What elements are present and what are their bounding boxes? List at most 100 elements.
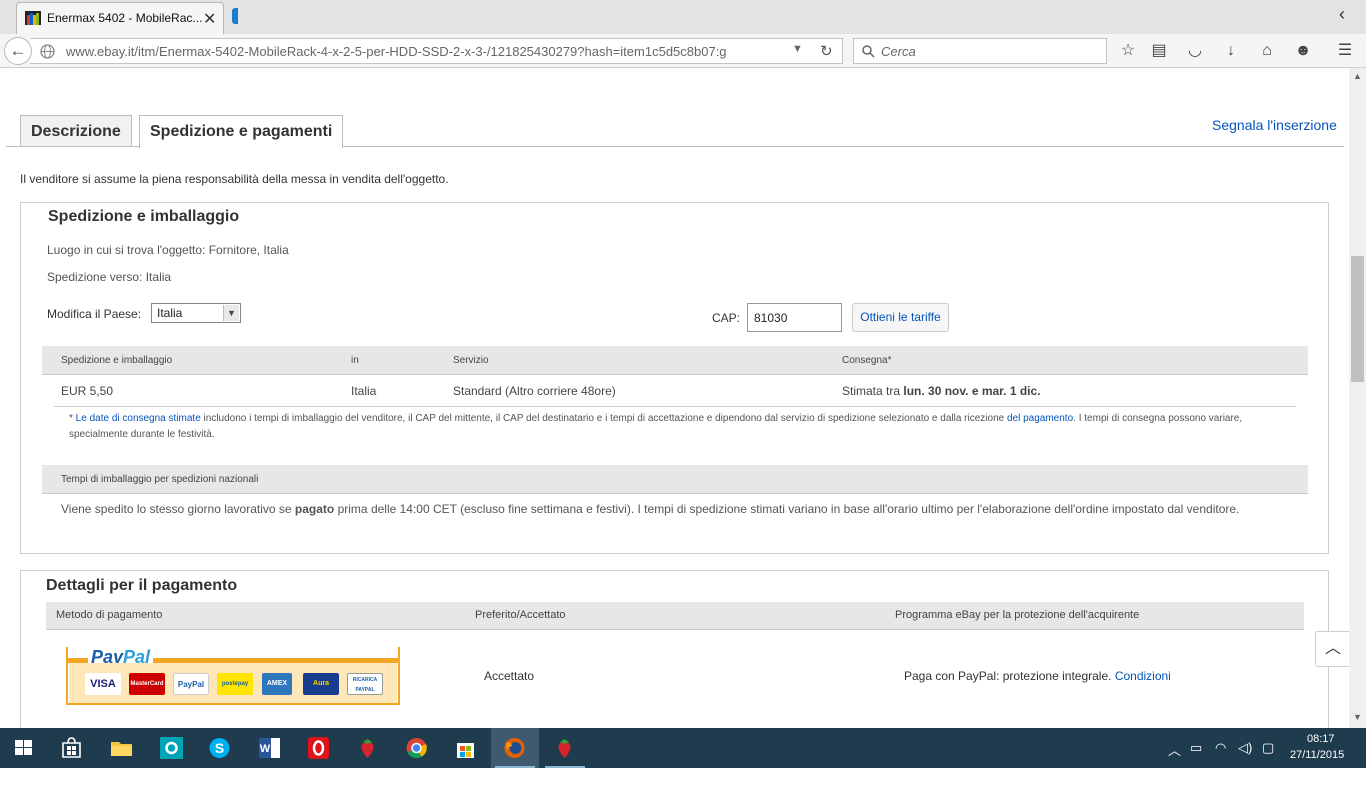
handling-time-text: Viene spedito lo stesso giorno lavorativ… [61,501,1291,517]
notifications-icon[interactable]: ▢ [1262,740,1274,756]
chrome-icon [406,738,427,759]
battery-icon[interactable]: ▭ [1190,740,1202,756]
payment-table-header: Metodo di pagamento Preferito/Accettato … [46,602,1304,630]
buyer-protection-text: Paga con PayPal: protezione integrale. C… [904,669,1171,683]
url-dropdown-icon[interactable]: ▼ [792,43,803,55]
note-star: * [69,413,76,424]
aura-card-icon: Aura [303,673,339,695]
store-icon [62,737,81,758]
back-button[interactable]: ← [4,37,32,65]
home-icon[interactable]: ⌂ [1258,42,1276,60]
browser-tab-active[interactable]: Enermax 5402 - MobileRac... ✕ [16,2,224,34]
taskbar-settings-app[interactable] [148,728,196,768]
amex-card-icon: AMEX [262,673,292,695]
postal-code-input[interactable] [747,303,842,332]
next-tab-icon[interactable] [232,8,238,24]
item-location: Luogo in cui si trova l'oggetto: Fornito… [47,243,289,257]
taskbar-word[interactable]: W [246,728,294,768]
chevron-down-icon[interactable]: ▼ [223,305,239,321]
table-row: EUR 5,50 Italia Standard (Altro corriere… [42,375,1308,407]
country-select-value: Italia [157,306,183,320]
search-bar[interactable]: Cerca [853,38,1107,64]
taskbar-store[interactable] [48,728,96,768]
col-header-method: Metodo di pagamento [56,609,163,621]
taskbar-opera[interactable] [295,728,343,768]
tab-scroll-chevron-icon[interactable]: ‹ [1339,4,1345,25]
search-icon [862,45,875,58]
taskbar-firefox[interactable] [491,728,539,768]
taskbar-strawberry-app[interactable] [344,728,392,768]
chevron-up-icon: ︿ [1324,640,1341,657]
browser-tab-title: Enermax 5402 - MobileRac... [47,11,203,25]
shipping-section: Spedizione e imballaggio Luogo in cui si… [20,202,1329,554]
folder-icon [111,742,132,756]
postal-code-label: CAP: [712,311,741,325]
reload-icon[interactable]: ↻ [820,42,833,60]
taskbar-skype[interactable]: S [196,728,244,768]
delivery-prefix: Stimata tra [842,384,904,398]
wifi-icon[interactable]: ◠ [1215,740,1226,756]
taskbar-chrome[interactable] [393,728,441,768]
svg-text:W: W [260,743,271,755]
get-rates-button[interactable]: Ottieni le tariffe [852,303,949,332]
url-bar[interactable]: www.ebay.it/itm/Enermax-5402-MobileRack-… [30,38,843,64]
handling-text-2: prima delle 14:00 CET (escluso fine sett… [334,502,1240,516]
country-label: Modifica il Paese: [47,307,142,321]
pocket-icon[interactable]: ◡ [1186,42,1204,60]
windows-logo-icon [15,740,32,755]
shipping-table-header: Spedizione e imballaggio in Servizio Con… [42,346,1308,375]
screen-bottom-strip [0,768,1366,786]
download-icon[interactable]: ↓ [1222,42,1240,60]
taskbar-file-explorer[interactable] [98,728,146,768]
strawberry-icon [361,739,374,758]
scroll-down-icon[interactable]: ▼ [1353,712,1362,722]
opera-icon [308,737,329,759]
tab-close-icon[interactable]: ✕ [203,9,216,29]
taskbar-store-bag[interactable] [442,728,490,768]
url-text[interactable]: www.ebay.it/itm/Enermax-5402-MobileRack-… [66,44,784,59]
payment-section-title: Dettagli per il pagamento [46,577,238,594]
scroll-thumb[interactable] [1351,256,1364,382]
report-listing-link[interactable]: Segnala l'inserzione [1212,117,1337,133]
conditions-link[interactable]: Condizioni [1115,669,1171,683]
clock-date[interactable]: 27/11/2015 [1290,749,1344,761]
back-to-top-button[interactable]: ︿ [1315,631,1349,667]
handling-text-1: Viene spedito lo stesso giorno lavorativ… [61,502,295,516]
show-hidden-icons-chevron-icon[interactable]: ︿ [1168,740,1181,759]
bookmark-star-icon[interactable]: ☆ [1119,42,1137,60]
delivery-note: * Le date di consegna stimate includono … [69,411,1269,443]
hamburger-menu-icon[interactable]: ☰ [1336,42,1354,60]
word-icon: W [259,738,280,758]
mastercard-icon: MasterCard [129,673,165,695]
search-placeholder: Cerca [881,44,916,59]
chat-icon[interactable]: ☻ [1294,42,1312,60]
page-scrollbar[interactable]: ▲ ▼ [1349,68,1366,728]
col-header-service: Servizio [453,355,489,366]
shipping-service: Standard (Altro corriere 48ore) [453,384,616,398]
col-header-in: in [351,355,359,366]
handling-table-header: Tempi di imballaggio per spedizioni nazi… [42,465,1308,494]
payment-link[interactable]: del pagamento [1007,413,1073,424]
ship-to: Spedizione verso: Italia [47,270,172,284]
delivery-dates: lun. 30 nov. e mar. 1 dic. [903,384,1041,398]
scroll-up-icon[interactable]: ▲ [1353,71,1362,81]
col-header-delivery: Consegna* [842,355,892,366]
taskbar-strawberry-app-2[interactable] [541,728,589,768]
strawberry-icon [558,739,571,758]
seller-responsibility-note: Il venditore si assume la piena responsa… [20,172,449,186]
delivery-dates-link[interactable]: Le date di consegna stimate [76,413,201,424]
tab-shipping-payments[interactable]: Spedizione e pagamenti [139,115,344,148]
delivery-estimate: Stimata tra lun. 30 nov. e mar. 1 dic. [842,384,1041,398]
shipping-destination: Italia [351,384,377,398]
tab-description[interactable]: Descrizione [20,115,132,147]
start-button[interactable] [0,728,48,768]
country-select[interactable]: Italia ▼ [151,303,241,323]
row-divider [54,406,1296,407]
paypal-card-icon: PayPal [173,673,209,695]
accepted-cards-strip: VISA MasterCard PayPal postepay AMEX Aur… [69,663,397,703]
volume-icon[interactable]: ◁) [1238,740,1252,756]
col-header-protection: Programma eBay per la protezione dell'ac… [895,609,1140,621]
reading-list-icon[interactable]: ▤ [1150,42,1168,60]
shipping-section-title: Spedizione e imballaggio [48,208,240,225]
clock-time[interactable]: 08:17 [1307,733,1335,745]
